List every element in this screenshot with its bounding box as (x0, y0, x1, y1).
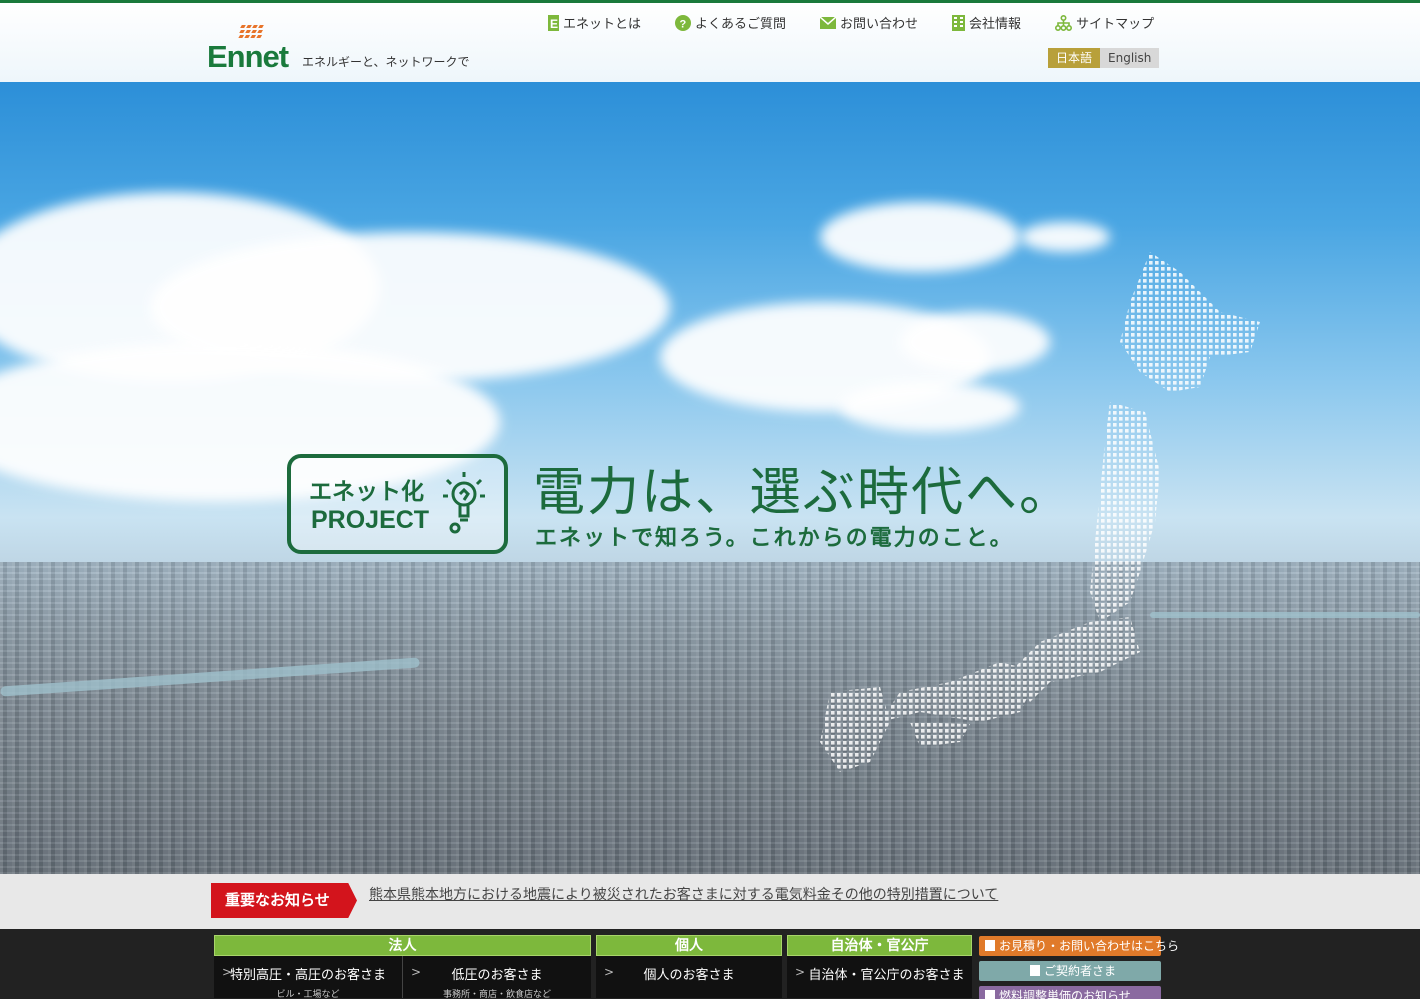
document-icon (985, 940, 995, 951)
estimate-contact-button[interactable]: お見積り・お問い合わせはこちら (979, 936, 1179, 956)
hero-banner[interactable]: エネット化 PROJECT 電力は、選ぶ時代へ。 エネットで知ろう。これからの電… (0, 82, 1420, 874)
link-low-voltage-label: 低圧のお客さま (451, 968, 543, 983)
lang-japanese-button[interactable]: 日本語 (1048, 48, 1101, 68)
lightning-icon (985, 990, 995, 999)
nav-contact[interactable]: お問い合わせ (820, 13, 918, 32)
svg-text:E: E (550, 17, 558, 31)
category-corporate: 法人 > 特別高圧・高圧のお客さま ビル・工場など > 低圧のお客さま 事務所・… (214, 935, 591, 999)
category-personal: 個人 > 個人のお客さま (596, 935, 782, 999)
logo-tagline: エネルギーと、ネットワークで (302, 55, 470, 69)
badge-project: PROJECT (311, 506, 430, 534)
link-high-voltage-label: 特別高圧・高圧のお客さま (229, 968, 386, 983)
project-badge[interactable]: エネット化 PROJECT (287, 454, 508, 554)
important-notice-bar: 重要なお知らせ 熊本県熊本地方における地震により被災されたお客さまに対する電気料… (0, 874, 1420, 929)
lightbulb-icon (443, 472, 485, 534)
category-government: 自治体・官公庁 > 自治体・官公庁のお客さま (787, 935, 972, 999)
nav-faq-label: よくあるご質問 (695, 17, 787, 32)
important-notice-link[interactable]: 熊本県熊本地方における地震により被災されたお客さまに対する電気料金その他の特別措… (369, 884, 998, 904)
contractor-label: ご契約者さま (1043, 964, 1116, 978)
building-icon (952, 14, 966, 31)
nav-faq[interactable]: ? よくあるご質問 (675, 13, 786, 32)
link-government[interactable]: > 自治体・官公庁のお客さま (787, 956, 972, 998)
language-switcher: 日本語 English (1048, 48, 1160, 68)
contractor-button[interactable]: ご契約者さま (979, 961, 1161, 981)
important-notice-label: 重要なお知らせ (211, 883, 357, 918)
link-high-voltage[interactable]: > 特別高圧・高圧のお客さま ビル・工場など (214, 956, 403, 999)
question-icon: ? (675, 14, 692, 31)
nav-sitemap-label: サイトマップ (1076, 17, 1155, 32)
customer-category-nav: 法人 > 特別高圧・高圧のお客さま ビル・工場など > 低圧のお客さま 事務所・… (0, 929, 1420, 999)
chevron-right-icon: > (222, 965, 233, 979)
nav-company-label: 会社情報 (969, 17, 1022, 32)
site-header: Ennet エネルギーと、ネットワークで E エネットとは ? よくあるご質問 … (0, 0, 1420, 82)
link-personal[interactable]: > 個人のお客さま (596, 956, 782, 998)
hero-subheadline: エネットで知ろう。これからの電力のこと。 (535, 526, 1014, 551)
nav-contact-label: お問い合わせ (840, 17, 919, 32)
chevron-right-icon: > (604, 965, 615, 979)
svg-text:?: ? (680, 18, 687, 30)
category-government-head[interactable]: 自治体・官公庁 (787, 935, 972, 956)
ennet-logo[interactable]: Ennet エネルギーと、ネットワークで (207, 21, 497, 74)
link-low-voltage-sub: 事務所・商店・飲食店など (442, 990, 551, 999)
link-high-voltage-sub: ビル・工場など (276, 990, 340, 999)
estimate-contact-label: お見積り・お問い合わせはこちら (999, 939, 1180, 953)
hero-headline: 電力は、選ぶ時代へ。 (533, 463, 1074, 523)
link-personal-label: 個人のお客さま (643, 968, 735, 983)
nav-about[interactable]: E エネットとは (548, 13, 641, 32)
chevron-right-icon: > (411, 965, 422, 979)
chevron-right-icon: > (795, 965, 806, 979)
nav-company[interactable]: 会社情報 (952, 13, 1021, 32)
city-river (0, 657, 420, 697)
category-personal-head[interactable]: 個人 (596, 935, 782, 956)
person-icon (1029, 965, 1040, 976)
badge-title: エネット化 (309, 479, 424, 505)
sitemap-icon (1055, 14, 1073, 31)
category-corporate-head[interactable]: 法人 (214, 935, 591, 956)
mail-icon (820, 16, 837, 29)
logo-wordmark: Ennet (207, 39, 289, 74)
fuel-adjustment-label: 燃料調整単価のお知らせ (999, 989, 1131, 999)
link-government-label: 自治体・官公庁のお客さま (808, 968, 965, 983)
nav-sitemap[interactable]: サイトマップ (1055, 13, 1154, 32)
link-low-voltage[interactable]: > 低圧のお客さま 事務所・商店・飲食店など (403, 956, 591, 999)
e-logo-icon: E (548, 14, 559, 31)
lang-english-button[interactable]: English (1100, 48, 1160, 68)
top-navigation: E エネットとは ? よくあるご質問 お問い合わせ 会社情報 サイトマップ (548, 13, 1154, 32)
fuel-adjustment-button[interactable]: 燃料調整単価のお知らせ (979, 986, 1161, 999)
nav-about-label: エネットとは (563, 17, 642, 32)
